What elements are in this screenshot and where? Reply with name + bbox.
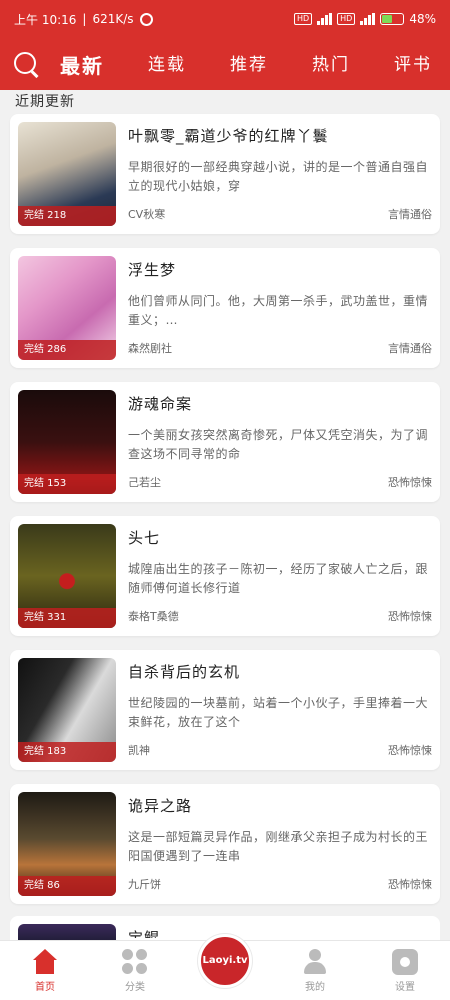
book-author: 森然剧社 (128, 342, 172, 355)
book-author: 九斤饼 (128, 878, 161, 891)
category-icon (122, 948, 148, 975)
book-title[interactable]: 诡异之路 (128, 796, 432, 816)
book-genre: 言情通俗 (388, 208, 432, 221)
book-author: 泰格T桑德 (128, 610, 179, 623)
book-title[interactable]: 叶飘零_霸道少爷的红牌丫鬟 (128, 126, 432, 146)
book-cover[interactable]: 完结 331 (18, 524, 116, 628)
book-description: 世纪陵园的一块墓前，站着一个小伙子，手里捧着一大束鲜花，放在了这个 (128, 696, 429, 729)
battery-percent: 48% (409, 12, 436, 26)
book-title[interactable]: 浮生梦 (128, 260, 432, 280)
bottom-nav: 首页 分类 Laoyi.tv 我的 设置 (0, 933, 450, 1000)
status-badge: 完结 153 (18, 474, 116, 494)
app-logo[interactable]: Laoyi.tv (198, 933, 252, 988)
search-icon[interactable] (12, 50, 40, 78)
main-nav: 最新 连载 推荐 热门 评书 (0, 38, 450, 90)
book-card[interactable]: 完结 286 浮生梦 他们曾师从同门。他，大周第一杀手，武功盖世，重情重义；… … (10, 248, 440, 368)
battery-icon (380, 13, 405, 25)
bottom-tab-mine[interactable]: 我的 (280, 948, 350, 993)
status-time: 上午 10:16 (14, 12, 77, 27)
book-cover[interactable]: 完结 286 (18, 256, 116, 360)
status-badge: 完结 86 (18, 876, 116, 896)
status-badge: 完结 218 (18, 206, 116, 226)
tab-popular[interactable]: 热门 (306, 50, 356, 79)
book-description: 这是一部短篇灵异作品，刚继承父亲担子成为村长的王阳国便遇到了一连串 (128, 830, 429, 863)
status-badge: 完结 183 (18, 742, 116, 762)
book-author: 凯神 (128, 744, 150, 757)
book-genre: 恐怖惊悚 (388, 610, 432, 623)
book-title[interactable]: 游魂命案 (128, 394, 432, 414)
signal-icon-1 (317, 13, 333, 25)
home-icon (32, 948, 58, 975)
bottom-tab-home-label: 首页 (35, 981, 55, 993)
book-list: 完结 218 叶飘零_霸道少爷的红牌丫鬟 早期很好的一部经典穿越小说，讲的是一个… (10, 114, 440, 918)
bottom-tab-mine-label: 我的 (305, 981, 325, 993)
book-title[interactable]: 自杀背后的玄机 (128, 662, 432, 682)
book-title[interactable]: 宝鲲 (128, 928, 432, 938)
status-badge: 完结 331 (18, 608, 116, 628)
tab-serial[interactable]: 连载 (142, 50, 192, 79)
gear-icon (392, 948, 418, 975)
status-bar: 上午 10:16 | 621K/s HD HD 48% (14, 12, 436, 27)
book-cover[interactable]: 完结 183 (18, 658, 116, 762)
book-cover[interactable]: 完结 153 (18, 390, 116, 494)
book-description: 早期很好的一部经典穿越小说，讲的是一个普通自强自立的现代小姑娘，穿 (128, 160, 429, 193)
signal-icon-2 (360, 13, 376, 25)
book-cover[interactable]: 完结 218 (18, 122, 116, 226)
book-card[interactable]: 完结 331 头七 城隍庙出生的孩子－陈初一，经历了家破人亡之后，跟随师傅何道长… (10, 516, 440, 636)
book-card[interactable]: 完结 183 自杀背后的玄机 世纪陵园的一块墓前，站着一个小伙子，手里捧着一大束… (10, 650, 440, 770)
book-author: CV秋寒 (128, 208, 166, 221)
book-card[interactable]: 完结 153 游魂命案 一个美丽女孩突然离奇惨死，尸体又凭空消失，为了调查这场不… (10, 382, 440, 502)
status-badge: 完结 286 (18, 340, 116, 360)
bottom-tab-settings-label: 设置 (395, 981, 415, 993)
bottom-tab-home[interactable]: 首页 (10, 948, 80, 993)
tab-recommend[interactable]: 推荐 (224, 50, 274, 79)
book-title[interactable]: 头七 (128, 528, 432, 548)
section-title: 近期更新 (15, 94, 75, 110)
book-cover[interactable]: 完结 86 (18, 792, 116, 896)
alarm-icon (139, 12, 153, 26)
book-card[interactable]: 完结 218 叶飘零_霸道少爷的红牌丫鬟 早期很好的一部经典穿越小说，讲的是一个… (10, 114, 440, 234)
book-card[interactable]: 完结 86 诡异之路 这是一部短篇灵异作品，刚继承父亲担子成为村长的王阳国便遇到… (10, 784, 440, 904)
bottom-tab-category-label: 分类 (125, 981, 145, 993)
bottom-tab-logo[interactable]: Laoyi.tv (190, 933, 260, 988)
book-genre: 恐怖惊悚 (388, 744, 432, 757)
bottom-tab-category[interactable]: 分类 (100, 948, 170, 993)
network-speed: 621K/s (92, 12, 134, 26)
book-description: 一个美丽女孩突然离奇惨死，尸体又凭空消失，为了调查这场不同寻常的命 (128, 428, 429, 461)
book-genre: 言情通俗 (388, 342, 432, 355)
hd-badge-1: HD (293, 13, 313, 25)
book-author: 己若尘 (128, 476, 161, 489)
book-genre: 恐怖惊悚 (388, 878, 432, 891)
top-bar: 上午 10:16 | 621K/s HD HD 48% 最新 连载 推荐 热门 … (0, 0, 450, 90)
book-genre: 恐怖惊悚 (388, 476, 432, 489)
hd-badge-2: HD (337, 13, 356, 25)
nav-tabs: 最新 连载 推荐 热门 评书 (54, 50, 438, 79)
book-description: 他们曾师从同门。他，大周第一杀手，武功盖世，重情重义；… (128, 294, 429, 327)
user-icon (302, 948, 328, 975)
bottom-tab-settings[interactable]: 设置 (370, 948, 440, 993)
book-description: 城隍庙出生的孩子－陈初一，经历了家破人亡之后，跟随师傅何道长修行道 (128, 562, 429, 595)
tab-storytelling[interactable]: 评书 (388, 50, 438, 79)
tab-latest[interactable]: 最新 (54, 50, 110, 79)
